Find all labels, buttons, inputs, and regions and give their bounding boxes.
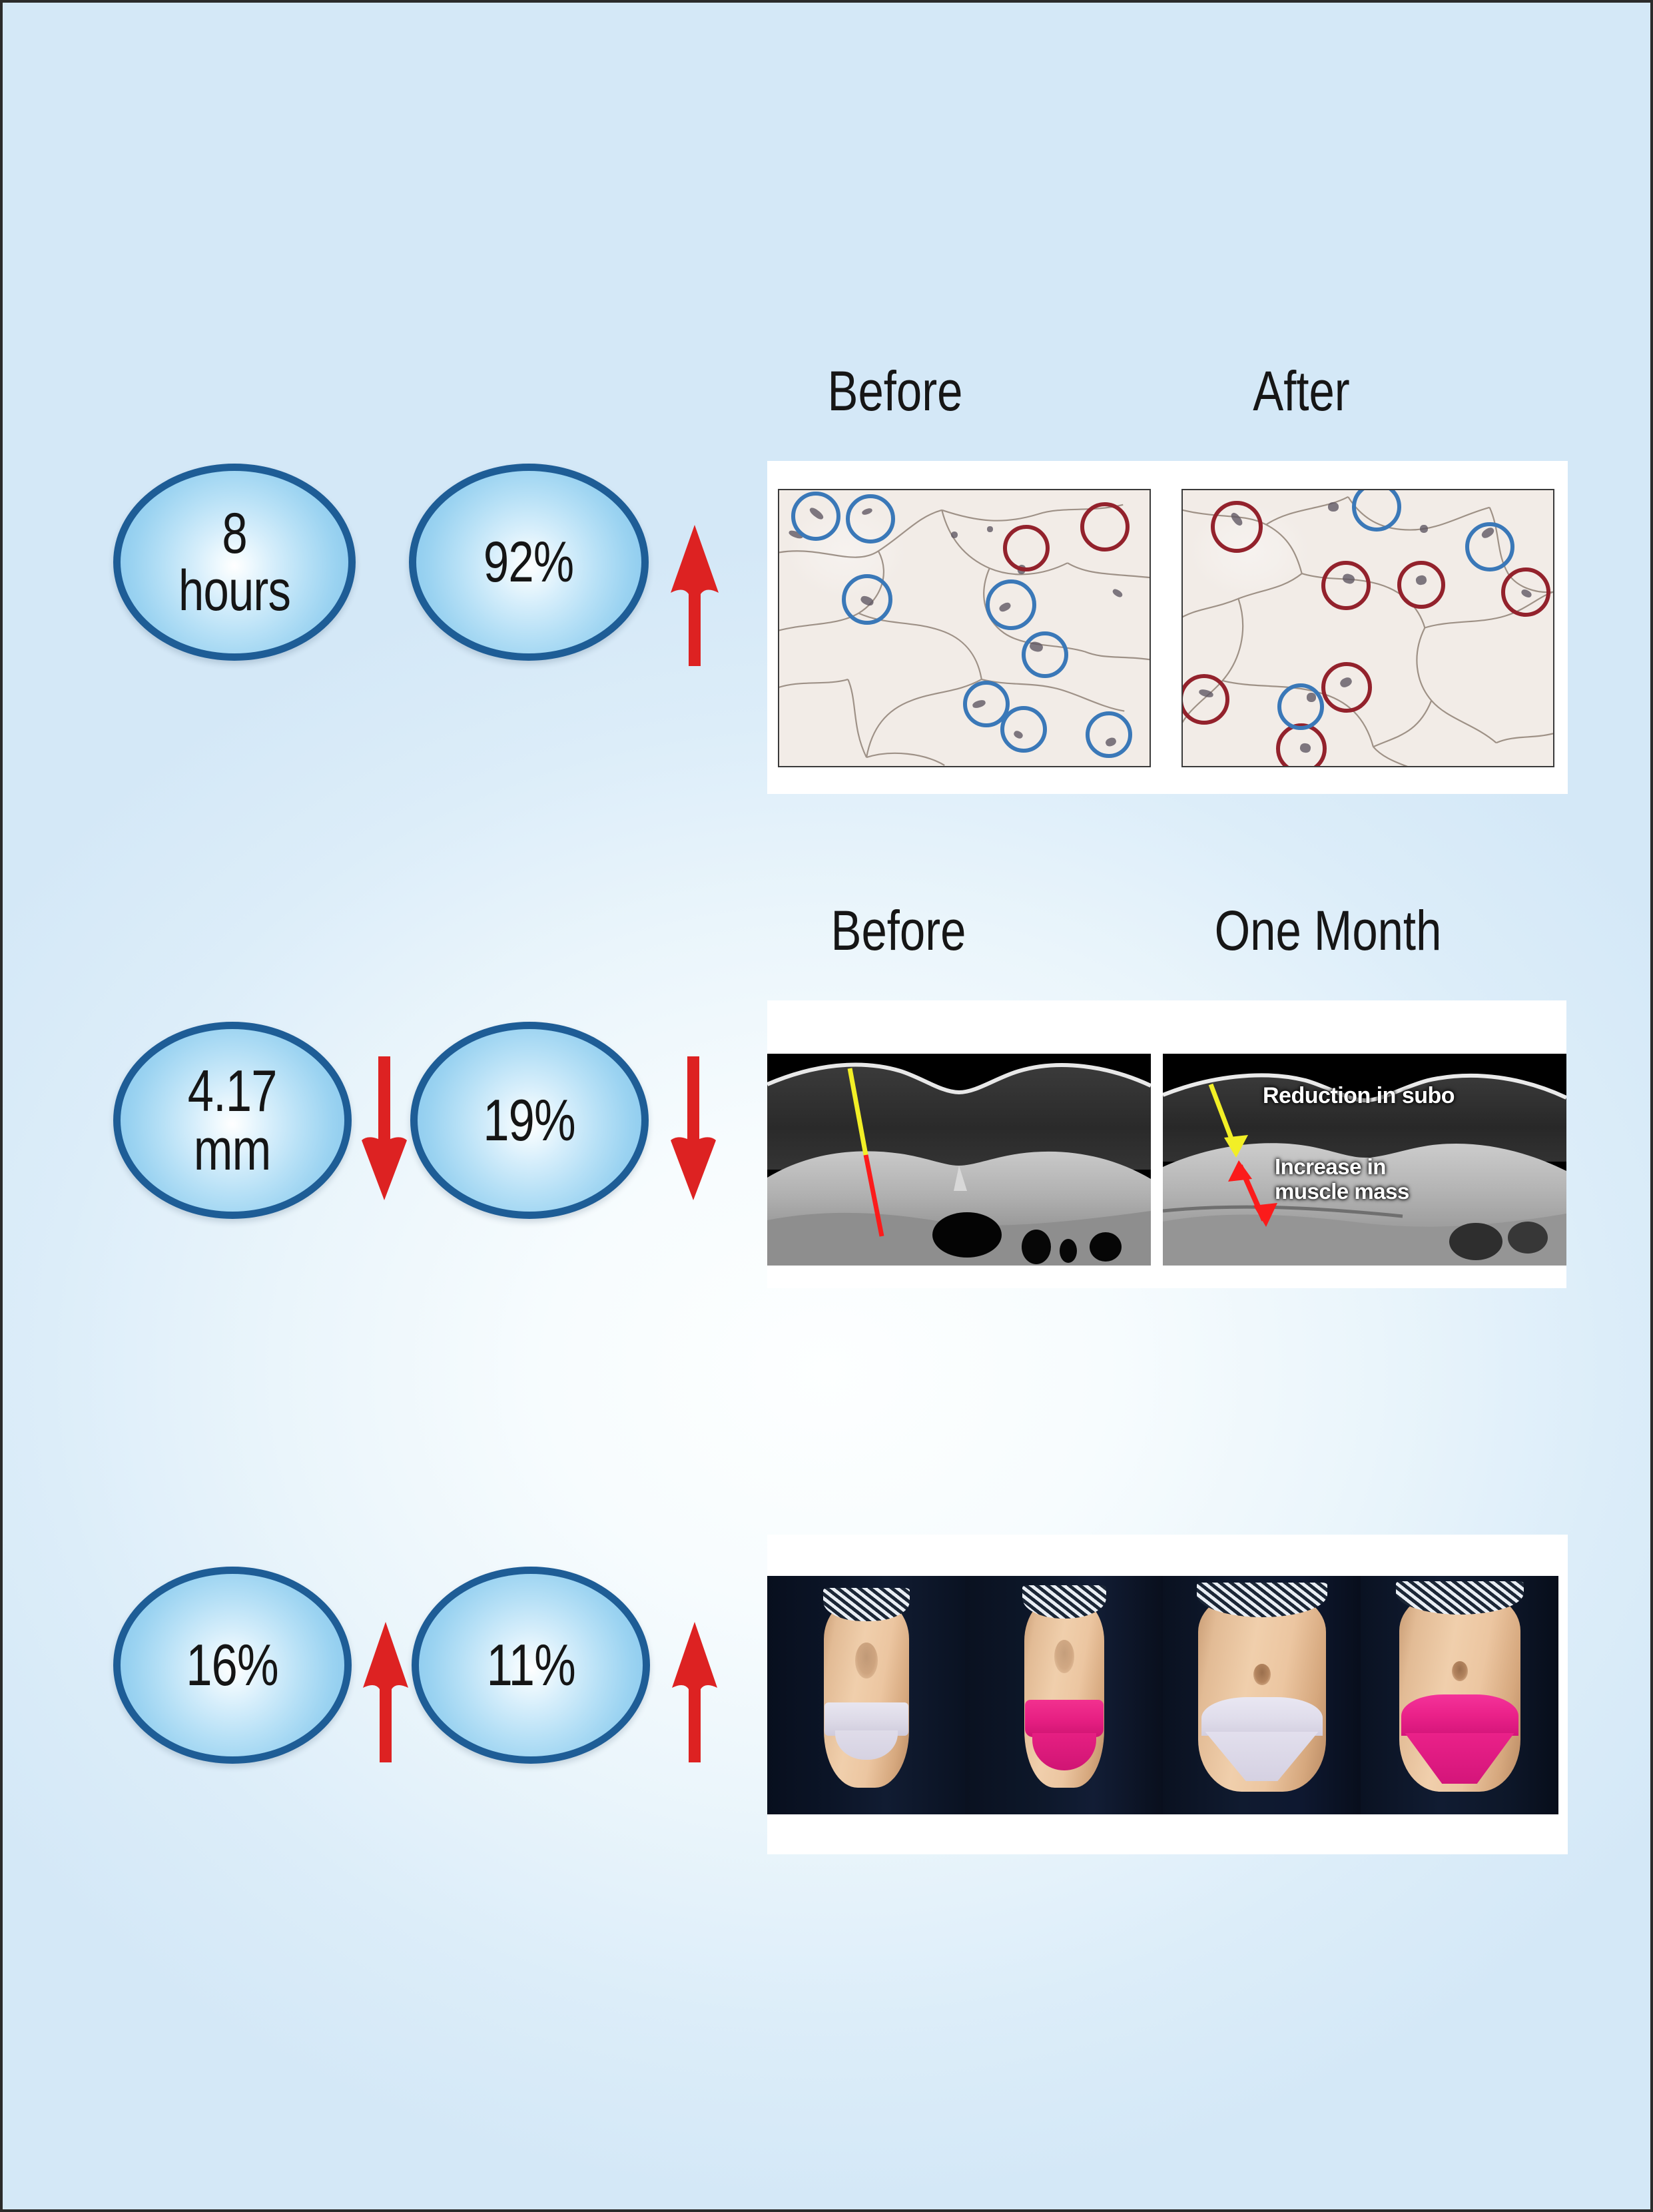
- arrow-down-icon-row2-b: [669, 1055, 718, 1202]
- histology-panel-before: [778, 489, 1151, 767]
- cell-marker-blue: [1000, 706, 1047, 753]
- metric-circle-16-percent: 16%: [113, 1567, 352, 1764]
- brief-garment: [1024, 1700, 1104, 1737]
- cell-marker-blue: [846, 494, 895, 544]
- clinical-photo: [965, 1576, 1163, 1814]
- clinical-photo-strip: [767, 1576, 1558, 1814]
- ct-annotation-reduction: Reduction in subo: [1263, 1083, 1455, 1108]
- cell-marker-blue: [1465, 522, 1514, 571]
- metric-value-11-percent: 11%: [486, 1632, 575, 1698]
- brief-garment: [1201, 1697, 1323, 1736]
- cell-marker-blue: [1022, 631, 1068, 678]
- metric-value-8-hours: 8 hours: [178, 502, 291, 623]
- metric-circle-92-percent: 92%: [409, 464, 649, 661]
- column-header-after-row1: After: [1253, 360, 1350, 422]
- metric-circle-19-percent: 19%: [410, 1022, 649, 1219]
- histology-panel-after: [1181, 489, 1554, 767]
- clinical-photo: [1163, 1576, 1361, 1814]
- arrow-up-icon-row1: [669, 522, 721, 669]
- ct-panel-before: [767, 1054, 1151, 1266]
- column-header-before-row1: Before: [827, 360, 963, 422]
- brief-garment: [1401, 1694, 1518, 1736]
- metric-circle-4-17-mm: 4.17 mm: [113, 1022, 352, 1219]
- cell-marker-red: [1397, 561, 1445, 609]
- cell-marker-blue: [791, 492, 840, 541]
- column-header-before-row2: Before: [830, 899, 966, 962]
- cell-marker-red: [1321, 561, 1371, 610]
- ct-annotation-increase: Increase in muscle mass: [1275, 1154, 1409, 1204]
- metric-value-4-17-mm: 4.17 mm: [188, 1058, 278, 1182]
- clinical-photo: [767, 1576, 965, 1814]
- ct-panel-one-month: Reduction in subo Increase in muscle mas…: [1163, 1054, 1566, 1266]
- arrow-up-icon-row3-a: [361, 1620, 410, 1765]
- cell-marker-red: [1211, 501, 1263, 553]
- infographic-canvas: Before After 8 hours 92% Before One Mont…: [0, 0, 1653, 2212]
- metric-value-19-percent: 19%: [483, 1087, 576, 1153]
- metric-circle-8-hours: 8 hours: [113, 464, 356, 661]
- cell-marker-blue: [1277, 683, 1324, 730]
- cell-marker-red: [1501, 567, 1550, 617]
- cell-marker-blue: [986, 579, 1036, 630]
- cell-marker-blue: [842, 574, 892, 625]
- arrow-up-icon-row3-b: [670, 1620, 719, 1765]
- metric-value-16-percent: 16%: [186, 1632, 279, 1698]
- clinical-photo: [1361, 1576, 1558, 1814]
- column-header-one-month-row2: One Month: [1214, 899, 1442, 962]
- arrow-down-icon-row2-a: [360, 1055, 409, 1202]
- metric-circle-11-percent: 11%: [412, 1567, 650, 1764]
- metric-value-92-percent: 92%: [484, 530, 574, 594]
- cell-marker-red: [1080, 502, 1130, 552]
- cell-marker-red: [1003, 525, 1050, 571]
- cell-marker-red: [1321, 662, 1372, 713]
- cell-marker-blue: [1086, 711, 1132, 758]
